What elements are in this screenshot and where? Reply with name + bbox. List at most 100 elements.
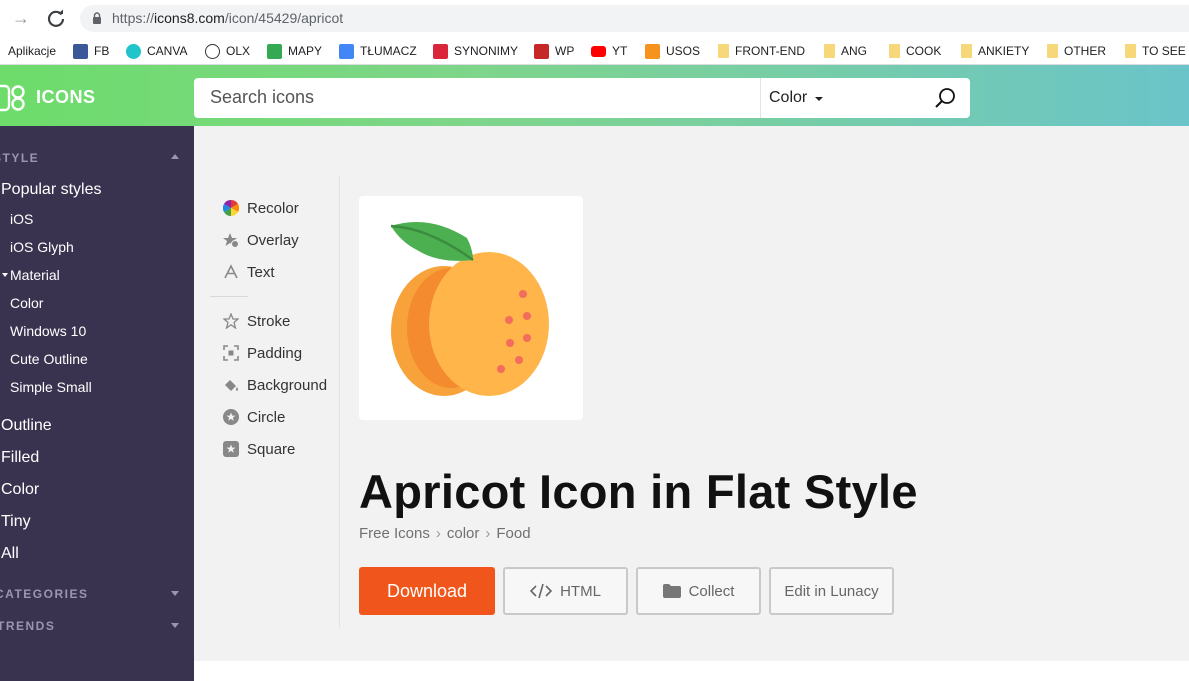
tool-label: Square (247, 440, 296, 458)
sidebar-item-ios[interactable]: iOS (10, 211, 33, 227)
sidebar-item-filled[interactable]: Filled (1, 449, 39, 467)
collect-button[interactable]: Collect (636, 567, 761, 615)
bookmark-tlumacz[interactable]: TŁUMACZ (339, 42, 417, 60)
bookmark-label: OLX (226, 44, 251, 58)
olx-icon (205, 43, 220, 59)
sidebar-item-color[interactable]: Color (10, 295, 43, 311)
search-input[interactable] (210, 87, 750, 108)
sidebar-item-material[interactable]: Material (10, 267, 60, 283)
sidebar-section-categories[interactable]: CATEGORIES (0, 587, 88, 601)
tool-label: Text (247, 263, 275, 281)
breadcrumb-free-icons[interactable]: Free Icons (359, 525, 430, 542)
sidebar-section-trends[interactable]: TRENDS (0, 619, 55, 633)
forward-icon[interactable]: → (12, 8, 32, 28)
bookmark-label: TO SEE (1142, 44, 1186, 58)
sidebar-item-popular-styles[interactable]: Popular styles (1, 181, 102, 199)
bookmark-apps[interactable]: Aplikacje (8, 42, 56, 60)
search-divider (760, 78, 761, 118)
bookmark-fb[interactable]: FB (73, 42, 109, 60)
browser-toolbar: → https://icons8.com/icon/45429/apricot (0, 0, 1189, 36)
folder-icon (662, 584, 681, 598)
folder-icon (889, 44, 900, 58)
sidebar-item-simple-small[interactable]: Simple Small (10, 379, 92, 395)
bookmark-front-end[interactable]: FRONT-END (718, 42, 805, 60)
tool-label: Overlay (247, 231, 299, 249)
bookmark-other[interactable]: OTHER (1047, 42, 1106, 60)
chevron-down-icon[interactable] (815, 97, 823, 101)
tool-label: Recolor (247, 199, 299, 217)
icons8-logo-icon[interactable] (0, 84, 26, 112)
canva-icon (126, 43, 141, 59)
wp-icon (534, 43, 549, 59)
bookmark-label: FRONT-END (735, 44, 805, 58)
download-button[interactable]: Download (359, 567, 495, 615)
bookmark-yt[interactable]: YT (591, 42, 627, 60)
site-header: ICONS Color (0, 65, 1189, 126)
bookmark-label: SYNONIMY (454, 44, 519, 58)
sidebar-section-style[interactable]: STYLE (0, 151, 39, 165)
bookmark-olx[interactable]: OLX (205, 42, 250, 60)
breadcrumb-food[interactable]: Food (496, 525, 530, 542)
bookmark-wp[interactable]: WP (534, 42, 574, 60)
url-host: icons8.com (154, 10, 225, 26)
chevron-up-icon[interactable] (171, 154, 179, 159)
sidebar-item-ios-glyph[interactable]: iOS Glyph (10, 239, 74, 255)
bookmarks-bar: Aplikacje FB CANVA OLX MAPY TŁUMACZ SYNO… (0, 36, 1189, 65)
lunacy-label: Edit in Lunacy (784, 582, 879, 600)
icon-preview (359, 196, 583, 420)
url-text: https://icons8.com/icon/45429/apricot (112, 10, 343, 26)
chevron-down-icon[interactable] (171, 591, 179, 596)
bookmark-label: WP (555, 44, 575, 58)
bookmark-label: MAPY (288, 44, 323, 58)
sidebar-item-windows-10[interactable]: Windows 10 (10, 323, 86, 339)
edit-in-lunacy-button[interactable]: Edit in Lunacy (769, 567, 894, 615)
tool-text[interactable]: Text (223, 262, 275, 282)
bookmark-label: ANG (841, 44, 868, 58)
breadcrumb-color[interactable]: color (447, 525, 480, 542)
bookmark-label: USOS (666, 44, 701, 58)
style-filter-dropdown[interactable]: Color (769, 89, 807, 107)
sidebar-item-all[interactable]: All (1, 545, 19, 563)
search-box: Color (194, 78, 970, 118)
collect-label: Collect (688, 582, 735, 600)
youtube-icon (591, 45, 606, 57)
bookmark-label: Aplikacje (8, 44, 57, 58)
folder-icon (718, 44, 729, 58)
html-button[interactable]: HTML (503, 567, 628, 615)
bookmark-ang[interactable]: ANG (824, 42, 867, 60)
tool-stroke[interactable]: Stroke (223, 311, 290, 331)
bookmark-canva[interactable]: CANVA (126, 42, 187, 60)
sidebar: STYLE Popular styles iOS iOS Glyph Mater… (0, 126, 194, 681)
logo-text[interactable]: ICONS (36, 87, 96, 108)
bookmark-usos[interactable]: USOS (645, 42, 700, 60)
usos-icon (645, 43, 660, 59)
tool-square[interactable]: Square (223, 439, 295, 459)
tool-circle[interactable]: Circle (223, 407, 285, 427)
folder-icon (1125, 44, 1136, 58)
bookmark-mapy[interactable]: MAPY (267, 42, 322, 60)
chevron-right-icon: › (485, 525, 491, 542)
sidebar-item-color-main[interactable]: Color (1, 481, 39, 499)
tool-background[interactable]: Background (223, 375, 327, 395)
sidebar-item-outline[interactable]: Outline (1, 417, 52, 435)
tool-label: Background (247, 376, 328, 394)
code-icon (530, 583, 553, 599)
bookmark-ankiety[interactable]: ANKIETY (961, 42, 1029, 60)
html-label: HTML (560, 582, 601, 600)
tool-recolor[interactable]: Recolor (223, 198, 299, 218)
bookmark-cook[interactable]: COOK (889, 42, 941, 60)
bookmark-label: COOK (906, 44, 942, 58)
bookmark-to-see[interactable]: TO SEE (1125, 42, 1186, 60)
chevron-down-icon[interactable] (171, 623, 179, 628)
sidebar-item-tiny[interactable]: Tiny (1, 513, 31, 531)
reload-icon[interactable] (46, 8, 66, 28)
maps-icon (267, 43, 282, 59)
tool-padding[interactable]: Padding (223, 343, 302, 363)
sidebar-item-cute-outline[interactable]: Cute Outline (10, 351, 88, 367)
bookmark-label: TŁUMACZ (360, 44, 417, 58)
tool-overlay[interactable]: Overlay (223, 230, 299, 250)
search-icon[interactable] (934, 87, 956, 109)
bookmark-synonimy[interactable]: SYNONIMY (433, 42, 518, 60)
address-bar[interactable]: https://icons8.com/icon/45429/apricot (80, 5, 1189, 32)
synonimy-icon (433, 43, 448, 59)
